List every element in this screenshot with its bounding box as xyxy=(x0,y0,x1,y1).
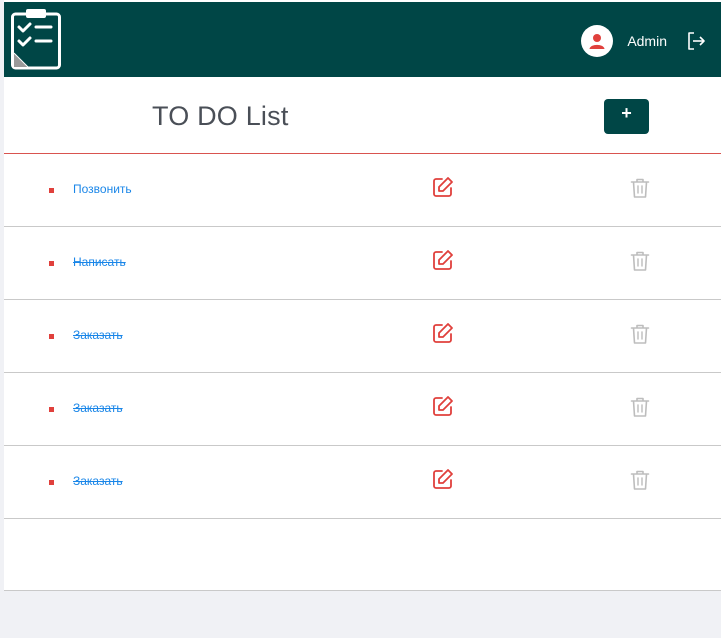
add-task-button[interactable]: + xyxy=(604,99,649,134)
bullet-marker xyxy=(49,188,54,193)
edit-icon[interactable] xyxy=(432,249,454,271)
trash-icon[interactable] xyxy=(629,250,651,272)
top-header: Admin xyxy=(4,2,721,77)
task-text[interactable]: Написать xyxy=(73,255,126,269)
list-item: Заказать xyxy=(4,446,721,519)
task-text[interactable]: Заказать xyxy=(73,401,123,415)
list-item: Заказать xyxy=(4,373,721,446)
list-item: Позвонить xyxy=(4,154,721,227)
clipboard-checklist-icon[interactable] xyxy=(10,8,62,70)
list-item: Заказать xyxy=(4,300,721,373)
list-item: Написать xyxy=(4,227,721,300)
user-area: Admin xyxy=(581,24,707,58)
trash-icon[interactable] xyxy=(629,323,651,345)
trash-icon[interactable] xyxy=(629,469,651,491)
edit-icon[interactable] xyxy=(432,176,454,198)
user-name: Admin xyxy=(627,33,667,49)
task-text[interactable]: Заказать xyxy=(73,328,123,342)
edit-icon[interactable] xyxy=(432,322,454,344)
page-title: TO DO List xyxy=(152,101,289,131)
task-text[interactable]: Позвонить xyxy=(73,182,132,196)
title-bar: TO DO List + xyxy=(4,77,721,154)
edit-icon[interactable] xyxy=(432,468,454,490)
bullet-marker xyxy=(49,334,54,339)
trash-icon[interactable] xyxy=(629,396,651,418)
todo-app: Admin TO DO List + Позвонить Написать За… xyxy=(4,0,721,591)
user-avatar-icon[interactable] xyxy=(581,25,614,57)
logout-icon[interactable] xyxy=(685,30,707,52)
bullet-marker xyxy=(49,407,54,412)
bullet-marker xyxy=(49,480,54,485)
trash-icon[interactable] xyxy=(629,177,651,199)
task-list: Позвонить Написать Заказать Заказать Зак… xyxy=(4,154,721,519)
edit-icon[interactable] xyxy=(432,395,454,417)
task-text[interactable]: Заказать xyxy=(73,474,123,488)
bullet-marker xyxy=(49,261,54,266)
